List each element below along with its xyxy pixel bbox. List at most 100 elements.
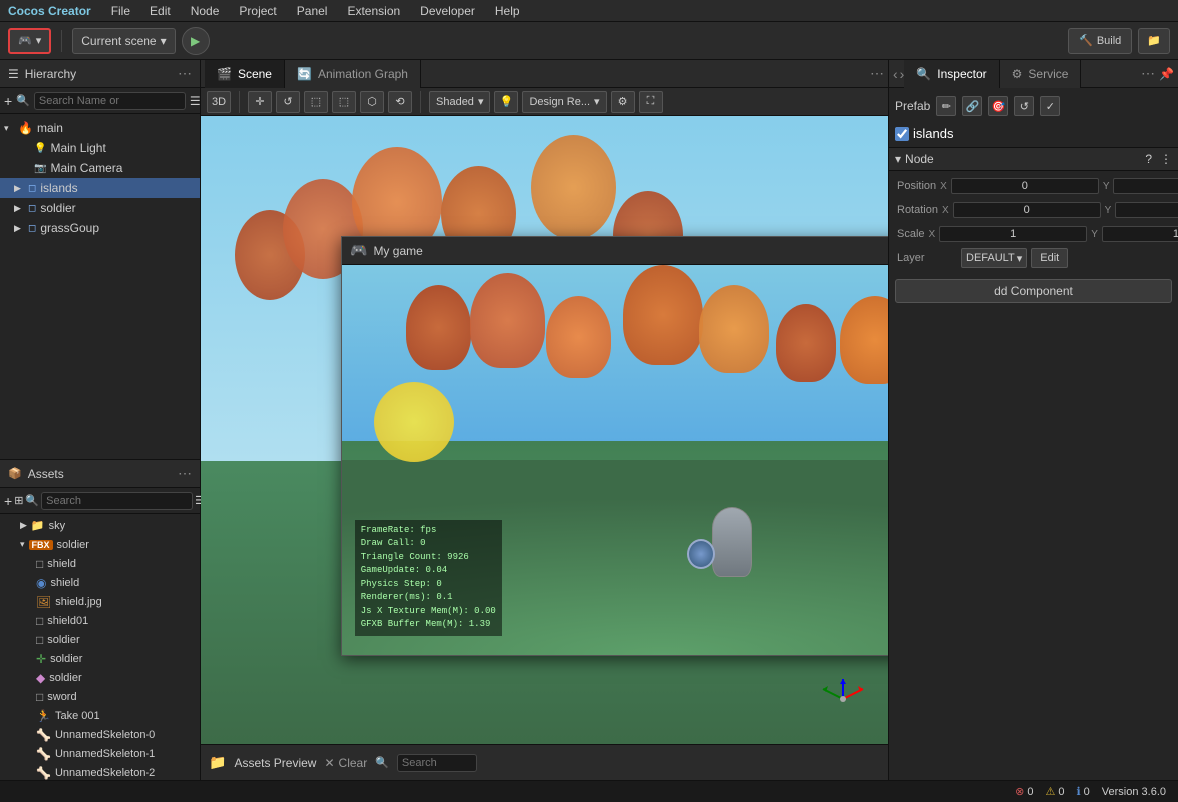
transform-tool-button[interactable]: ⬡ bbox=[360, 91, 384, 113]
prefab-edit-button[interactable]: ✏ bbox=[936, 96, 956, 116]
assets-menu-button[interactable]: ⋯ bbox=[178, 465, 192, 482]
design-res-select[interactable]: Design Re... ▾ bbox=[522, 91, 606, 113]
menu-node[interactable]: Node bbox=[187, 2, 224, 20]
pin-icon[interactable]: 📌 bbox=[1159, 67, 1174, 81]
asset-item-sky[interactable]: ▶ 📁 sky bbox=[0, 516, 200, 535]
clear-button[interactable]: ✕ Clear bbox=[324, 756, 367, 770]
node-section-arrow[interactable]: ▾ bbox=[895, 152, 901, 166]
inspector-menu-button[interactable]: ⋯ bbox=[1141, 65, 1155, 82]
refresh-icon: ↺ bbox=[1020, 100, 1029, 113]
asset-item-take001[interactable]: 🏃 Take 001 bbox=[0, 706, 200, 725]
image-icon: 🖼 bbox=[36, 595, 51, 609]
scale-tool-button[interactable]: ⬚ bbox=[304, 91, 328, 113]
menu-developer[interactable]: Developer bbox=[416, 2, 479, 20]
scale-x-input[interactable] bbox=[939, 226, 1087, 242]
tree-item-label: islands bbox=[40, 181, 77, 195]
asset-item-shield1[interactable]: □ shield bbox=[0, 554, 200, 573]
play-button[interactable]: ▶ bbox=[182, 27, 210, 55]
position-x-input[interactable] bbox=[951, 178, 1099, 194]
asset-item-unnamed1[interactable]: 🦴 UnnamedSkeleton-1 bbox=[0, 744, 200, 763]
asset-item-unnamed0[interactable]: 🦴 UnnamedSkeleton-0 bbox=[0, 725, 200, 744]
add-component-button[interactable]: dd Component bbox=[895, 279, 1172, 303]
position-y-input[interactable] bbox=[1113, 178, 1178, 194]
menu-edit[interactable]: Edit bbox=[146, 2, 175, 20]
asset-item-sword[interactable]: □ sword bbox=[0, 687, 200, 706]
tree-item-islands[interactable]: ▶ ◻ islands bbox=[0, 178, 200, 198]
rotate-tool-button[interactable]: ↺ bbox=[276, 91, 300, 113]
asset-item-soldier2[interactable]: ✛ soldier bbox=[0, 649, 200, 668]
fullscreen-button[interactable]: ⛶ bbox=[639, 91, 663, 113]
settings-button[interactable]: ⚙ bbox=[611, 91, 635, 113]
asset-label: Take 001 bbox=[55, 710, 100, 722]
hierarchy-list-icon[interactable]: ☰ bbox=[190, 94, 201, 108]
hierarchy-add-icon[interactable]: + bbox=[4, 93, 12, 109]
hierarchy-search-input[interactable] bbox=[34, 92, 186, 110]
prefab-check-button[interactable]: ✓ bbox=[1040, 96, 1060, 116]
asset-item-shield01[interactable]: □ shield01 bbox=[0, 611, 200, 630]
asset-item-soldier1[interactable]: □ soldier bbox=[0, 630, 200, 649]
hierarchy-panel-label: Hierarchy bbox=[25, 67, 76, 81]
snap-tool-button[interactable]: ⟲ bbox=[388, 91, 412, 113]
prefab-locate-button[interactable]: 🎯 bbox=[988, 96, 1008, 116]
menu-file[interactable]: File bbox=[107, 2, 134, 20]
menu-extension[interactable]: Extension bbox=[343, 2, 404, 20]
tree-item-grassgoup[interactable]: ▶ ◻ grassGoup bbox=[0, 218, 200, 238]
scene-selector[interactable]: Current scene ▾ bbox=[72, 28, 175, 54]
light-toggle-button[interactable]: 💡 bbox=[494, 91, 518, 113]
menu-panel[interactable]: Panel bbox=[293, 2, 332, 20]
layer-dropdown-icon: ▾ bbox=[1017, 252, 1023, 265]
build-button[interactable]: 🔨 Build bbox=[1068, 28, 1132, 54]
prefab-link-button[interactable]: 🔗 bbox=[962, 96, 982, 116]
rotation-y-input[interactable] bbox=[1115, 202, 1178, 218]
asset-item-unnamed2[interactable]: 🦴 UnnamedSkeleton-2 bbox=[0, 763, 200, 780]
rotation-x-input[interactable] bbox=[953, 202, 1101, 218]
layer-select[interactable]: DEFAULT ▾ bbox=[961, 248, 1027, 268]
error-status[interactable]: ⊗ 0 bbox=[1015, 785, 1033, 798]
node-name-row: islands bbox=[895, 126, 1172, 141]
tab-inspector[interactable]: 🔍 Inspector bbox=[904, 60, 999, 88]
info-status[interactable]: ℹ 0 bbox=[1076, 785, 1089, 798]
assets-add-icon[interactable]: + bbox=[4, 493, 12, 509]
tab-scene[interactable]: 🎬 Scene bbox=[205, 60, 285, 88]
shading-select[interactable]: Shaded ▾ bbox=[429, 91, 490, 113]
assets-preview-search[interactable] bbox=[397, 754, 477, 772]
game-knight bbox=[712, 507, 752, 577]
3d-toggle-button[interactable]: 3D bbox=[207, 91, 231, 113]
game-sun bbox=[374, 382, 454, 462]
menu-help[interactable]: Help bbox=[491, 2, 524, 20]
rect-tool-button[interactable]: ⬚ bbox=[332, 91, 356, 113]
translate-tool-button[interactable]: ✛ bbox=[248, 91, 272, 113]
tree-item-soldier[interactable]: ▶ ◻ soldier bbox=[0, 198, 200, 218]
asset-item-shield2[interactable]: ◉ shield bbox=[0, 573, 200, 592]
toolbar-sep2 bbox=[420, 91, 421, 113]
prefab-refresh-button[interactable]: ↺ bbox=[1014, 96, 1034, 116]
tab-anim-graph[interactable]: 🔄 Animation Graph bbox=[285, 60, 421, 88]
scale-y-input[interactable] bbox=[1102, 226, 1178, 242]
menu-project[interactable]: Project bbox=[235, 2, 280, 20]
tree-item-main[interactable]: ▾ 🔥 main bbox=[0, 118, 200, 138]
tree-item-main-camera[interactable]: 📷 Main Camera bbox=[0, 158, 200, 178]
warning-status[interactable]: ⚠ 0 bbox=[1045, 785, 1064, 798]
assets-search-input[interactable] bbox=[41, 492, 193, 510]
tree-item-main-light[interactable]: 💡 Main Light bbox=[0, 138, 200, 158]
layer-edit-button[interactable]: Edit bbox=[1031, 248, 1068, 268]
node-visible-checkbox[interactable] bbox=[895, 127, 909, 141]
asset-item-shield-jpg[interactable]: 🖼 shield.jpg bbox=[0, 592, 200, 611]
tab-service[interactable]: ⚙ Service bbox=[1000, 60, 1082, 88]
asset-item-soldier-fbx[interactable]: ▾ FBX soldier bbox=[0, 535, 200, 554]
hierarchy-menu-button[interactable]: ⋯ bbox=[178, 65, 192, 82]
toolbar-separator-1 bbox=[61, 30, 62, 52]
folder-button[interactable]: 📁 bbox=[1138, 28, 1170, 54]
build-label: Build bbox=[1097, 35, 1121, 47]
inspector-back-button[interactable]: ‹ bbox=[893, 66, 898, 82]
assets-layout-icon[interactable]: ⊞ bbox=[14, 494, 23, 507]
node-section-menu[interactable]: ⋮ bbox=[1160, 152, 1172, 166]
info-icon: ℹ bbox=[1076, 785, 1080, 798]
error-icon: ⊗ bbox=[1015, 785, 1024, 798]
scene-tabs-menu-button[interactable]: ⋯ bbox=[870, 65, 884, 82]
help-icon[interactable]: ? bbox=[1145, 152, 1152, 166]
asset-item-soldier3[interactable]: ◆ soldier bbox=[0, 668, 200, 687]
game-mode-button[interactable]: 🎮 ▾ bbox=[8, 28, 51, 54]
scene-view[interactable]: 🎮 My game ─ □ ✕ bbox=[201, 116, 888, 744]
game-canvas[interactable]: FrameRate: fps Draw Call: 0 Triangle Cou… bbox=[342, 265, 888, 655]
